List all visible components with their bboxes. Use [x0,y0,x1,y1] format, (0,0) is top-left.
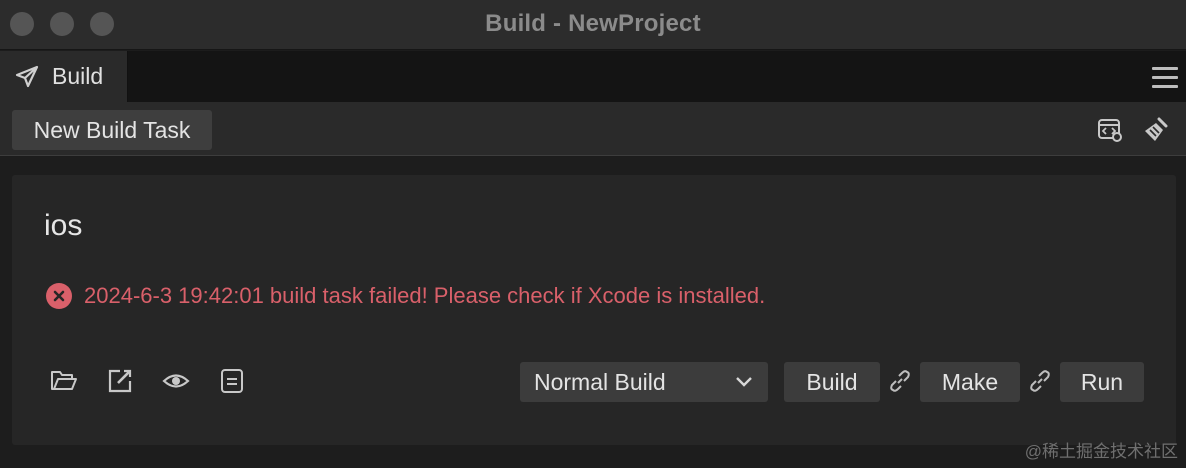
log-icon[interactable] [218,367,246,395]
edit-icon[interactable] [106,367,134,395]
make-button[interactable]: Make [920,362,1020,402]
watermark: @稀土掘金技术社区 [1024,442,1178,461]
error-text: 2024-6-3 19:42:01 build task failed! Ple… [84,283,766,308]
build-status-message: 2024-6-3 19:42:01 build task failed! Ple… [46,283,765,309]
code-settings-icon[interactable] [1096,116,1124,144]
tab-bar: Build [0,51,1186,102]
error-icon [46,283,72,309]
folder-icon[interactable] [50,367,78,395]
new-build-task-button[interactable]: New Build Task [12,110,212,150]
platform-name: ios [44,209,83,242]
window-titlebar: Build - NewProject [0,0,1186,50]
hamburger-menu-icon[interactable] [1152,67,1178,89]
tab-build[interactable]: Build [0,51,128,102]
run-button[interactable]: Run [1060,362,1144,402]
toolbar: New Build Task [0,102,1186,156]
chevron-down-icon [736,377,752,387]
build-mode-select[interactable]: Normal Build [520,362,768,402]
tab-label: Build [52,63,104,89]
clean-brush-icon[interactable] [1142,116,1170,144]
build-mode-value: Normal Build [534,368,666,395]
link-icon[interactable] [887,368,913,394]
build-task-list: ios 2024-6-3 19:42:01 build task failed!… [0,157,1186,468]
window-title: Build - NewProject [485,10,701,37]
eye-icon[interactable] [162,367,190,395]
link-icon[interactable] [1027,368,1053,394]
paper-plane-icon [15,65,39,87]
build-button[interactable]: Build [784,362,880,402]
build-task-card: ios 2024-6-3 19:42:01 build task failed!… [12,175,1176,445]
